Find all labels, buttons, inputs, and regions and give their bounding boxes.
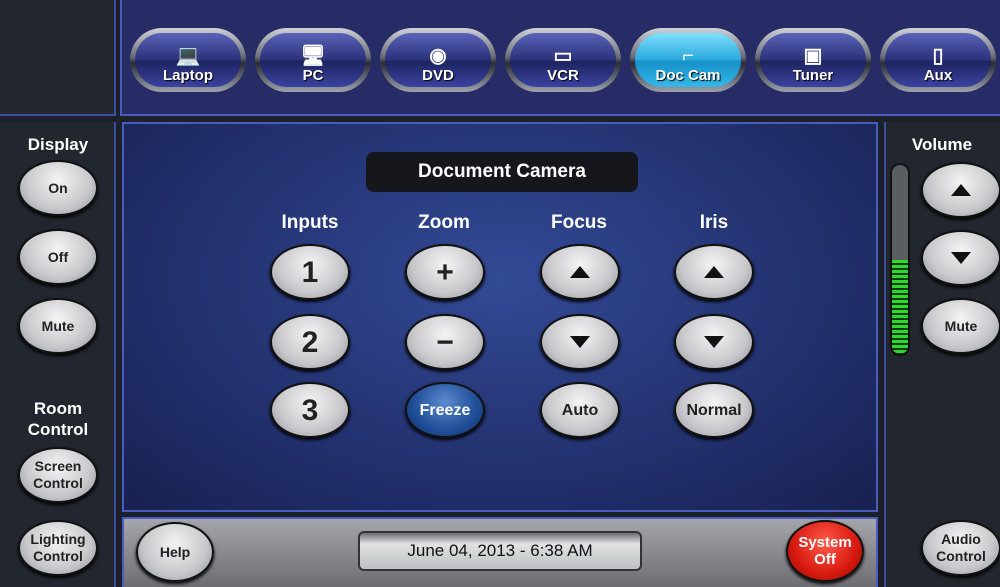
iris-down-button[interactable]	[674, 314, 754, 370]
display-on-button[interactable]: On	[18, 160, 98, 216]
volume-up-button[interactable]	[921, 162, 1000, 218]
date-time-display: June 04, 2013 - 6:38 AM	[358, 531, 642, 571]
inputs-heading: Inputs	[281, 212, 339, 233]
arrow-up-icon	[951, 184, 971, 196]
desktop-pc-icon: 🖥	[300, 45, 326, 67]
arrow-down-icon	[570, 336, 590, 348]
document-camera-icon: ⌐	[682, 45, 694, 67]
source-label: VCR	[547, 67, 579, 84]
source-button-tuner[interactable]: ▣ Tuner	[755, 28, 871, 92]
zoom-in-button[interactable]: +	[405, 244, 485, 300]
iris-heading: Iris	[699, 212, 729, 233]
source-label: Laptop	[163, 67, 213, 84]
input-1-button[interactable]: 1	[270, 244, 350, 300]
source-label: Aux	[923, 67, 953, 84]
arrow-up-icon	[570, 266, 590, 278]
source-button-face: ⌐ Doc Cam	[635, 33, 741, 87]
source-label: PC	[302, 67, 324, 84]
iris-normal-button[interactable]: Normal	[674, 382, 754, 438]
input-2-button[interactable]: 2	[270, 314, 350, 370]
focus-down-button[interactable]	[540, 314, 620, 370]
volume-meter-fill	[892, 259, 908, 354]
page-title: Document Camera	[366, 152, 638, 192]
freeze-button[interactable]: Freeze	[405, 382, 485, 438]
iris-up-button[interactable]	[674, 244, 754, 300]
volume-heading: Volume	[911, 135, 973, 154]
arrow-down-icon	[951, 252, 971, 264]
zoom-heading: Zoom	[418, 212, 470, 233]
volume-meter	[890, 163, 910, 356]
source-button-laptop[interactable]: 💻 Laptop	[130, 28, 246, 92]
source-button-dvd[interactable]: ◉ DVD	[380, 28, 496, 92]
source-button-face: ▭ VCR	[510, 33, 616, 87]
phone-icon: ▯	[932, 45, 944, 67]
screen-control-button[interactable]: Screen Control	[18, 447, 98, 503]
volume-mute-button[interactable]: Mute	[921, 298, 1000, 354]
corner-panel	[0, 0, 116, 116]
source-button-face: ▯ Aux	[885, 33, 991, 87]
focus-heading: Focus	[551, 212, 607, 233]
focus-auto-button[interactable]: Auto	[540, 382, 620, 438]
source-button-face: 🖥 PC	[260, 33, 366, 87]
help-button[interactable]: Help	[136, 522, 214, 582]
lighting-control-button[interactable]: Lighting Control	[18, 520, 98, 576]
source-button-face: 💻 Laptop	[135, 33, 241, 87]
room-control-heading: Room Control	[27, 399, 89, 439]
source-button-pc[interactable]: 🖥 PC	[255, 28, 371, 92]
display-mute-button[interactable]: Mute	[18, 298, 98, 354]
display-heading: Display	[27, 135, 89, 154]
focus-up-button[interactable]	[540, 244, 620, 300]
source-button-face: ◉ DVD	[385, 33, 491, 87]
audio-control-button[interactable]: Audio Control	[921, 520, 1000, 576]
input-3-button[interactable]: 3	[270, 382, 350, 438]
source-button-doc-cam[interactable]: ⌐ Doc Cam	[630, 28, 746, 92]
source-button-face: ▣ Tuner	[760, 33, 866, 87]
source-label: Doc Cam	[655, 67, 721, 84]
tuner-icon: ▣	[803, 45, 823, 67]
arrow-down-icon	[704, 336, 724, 348]
volume-down-button[interactable]	[921, 230, 1000, 286]
vcr-tape-icon: ▭	[553, 45, 573, 67]
source-button-aux[interactable]: ▯ Aux	[880, 28, 996, 92]
arrow-up-icon	[704, 266, 724, 278]
source-button-vcr[interactable]: ▭ VCR	[505, 28, 621, 92]
disc-icon: ◉	[429, 45, 447, 67]
source-label: DVD	[422, 67, 454, 84]
laptop-icon: 💻	[175, 45, 201, 67]
system-off-button[interactable]: System Off	[786, 520, 864, 582]
source-label: Tuner	[792, 67, 834, 84]
display-off-button[interactable]: Off	[18, 229, 98, 285]
zoom-out-button[interactable]: −	[405, 314, 485, 370]
